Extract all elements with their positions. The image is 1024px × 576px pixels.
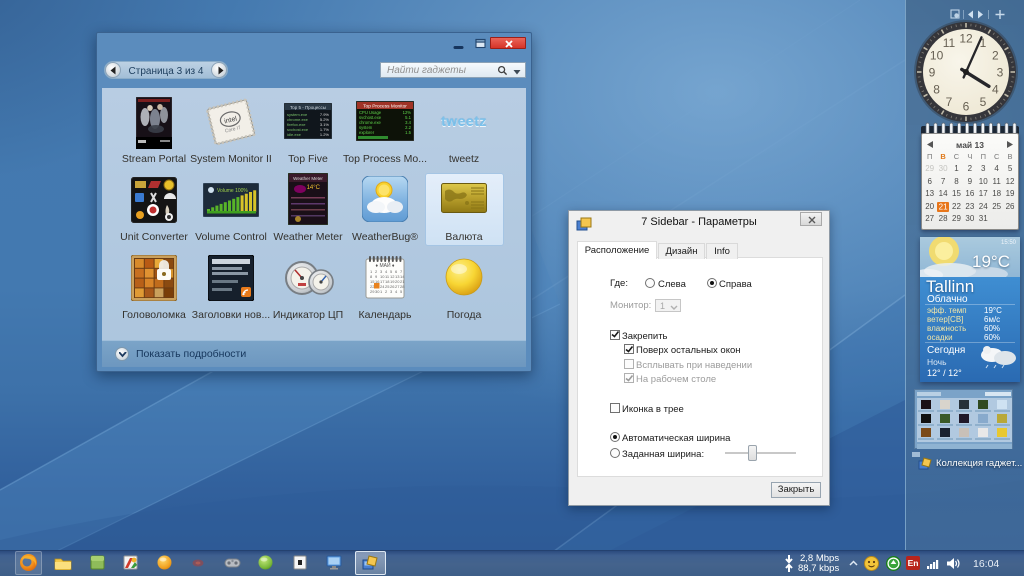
svg-text:5: 5	[980, 95, 987, 109]
svg-text:Volume 100%: Volume 100%	[217, 188, 248, 194]
svg-text:4: 4	[992, 83, 999, 97]
svg-text:11: 11	[943, 36, 956, 50]
svg-text:2: 2	[992, 49, 999, 63]
svg-text:idle.exe: idle.exe	[287, 132, 302, 137]
svg-text:Top 5 - Процессы: Top 5 - Процессы	[290, 105, 326, 110]
svg-text:8: 8	[933, 83, 940, 97]
svg-text:♦ МАЙ ♦: ♦ МАЙ ♦	[376, 261, 395, 269]
svg-text:Top Process Monitor: Top Process Monitor	[363, 104, 407, 110]
svg-text:12: 12	[959, 32, 973, 46]
svg-text:1.5: 1.5	[405, 130, 411, 135]
svg-text:10: 10	[930, 49, 944, 63]
svg-text:7: 7	[946, 95, 953, 109]
svg-text:9: 9	[929, 66, 936, 80]
svg-text:explorer: explorer	[359, 130, 375, 135]
svg-text:3: 3	[997, 66, 1004, 80]
svg-text:6: 6	[963, 100, 970, 114]
svg-text:1.2%: 1.2%	[320, 132, 330, 137]
svg-text:Weather Meter: Weather Meter	[293, 176, 323, 181]
svg-text:14°C: 14°C	[307, 185, 321, 191]
